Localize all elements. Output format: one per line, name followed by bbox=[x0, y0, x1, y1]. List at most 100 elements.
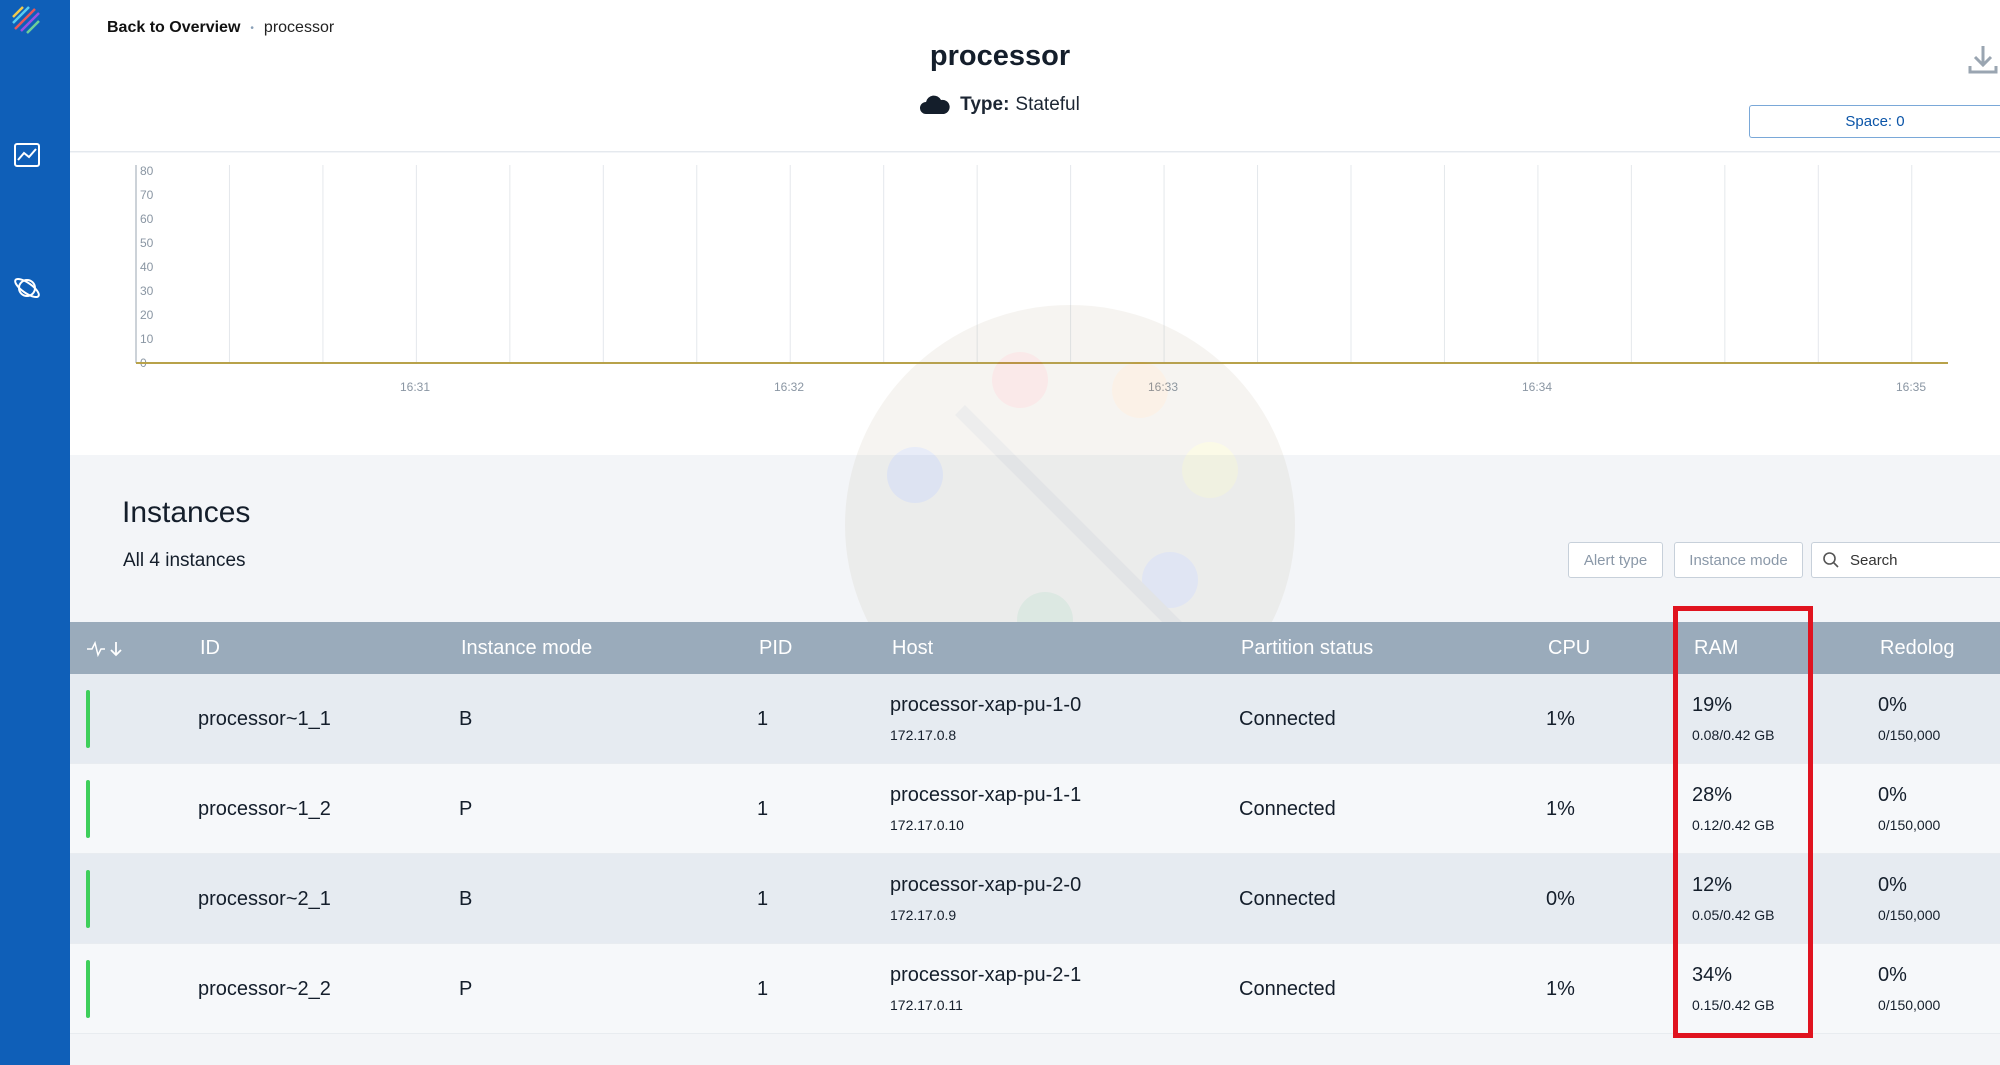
chart-y-tick-label: 60 bbox=[140, 212, 154, 226]
cell-id[interactable]: processor~1_2 bbox=[198, 798, 331, 821]
chart-y-tick-label: 20 bbox=[140, 308, 154, 322]
cell-id[interactable]: processor~2_2 bbox=[198, 978, 331, 1001]
cell-ram-pct: 19% bbox=[1692, 694, 1733, 716]
chart-icon[interactable] bbox=[12, 140, 42, 170]
cell-host-ip: 172.17.0.11 bbox=[890, 997, 963, 1013]
breadcrumb-separator: • bbox=[250, 22, 254, 34]
instance-mode-filter[interactable]: Instance mode bbox=[1674, 542, 1803, 578]
chart-y-tick-label: 30 bbox=[140, 284, 154, 298]
cell-ram-detail: 0.12/0.42 GB bbox=[1692, 817, 1775, 833]
chart-x-tick-label: 16:33 bbox=[1148, 380, 1178, 394]
cell-ram-detail: 0.05/0.42 GB bbox=[1692, 907, 1775, 923]
table-header: ID Instance mode PID Host Partition stat… bbox=[70, 622, 2000, 674]
chart-x-tick-label: 16:31 bbox=[400, 380, 430, 394]
table-row[interactable]: processor~1_1 B 1 processor-xap-pu-1-0 1… bbox=[70, 674, 2000, 764]
cell-cpu: 0% bbox=[1546, 888, 1575, 910]
chart-y-tick-label: 50 bbox=[140, 236, 154, 250]
cell-host-ip: 172.17.0.8 bbox=[890, 727, 957, 743]
sort-status-icon[interactable] bbox=[87, 639, 127, 659]
cell-redolog-detail: 0/150,000 bbox=[1878, 907, 1941, 923]
search-icon bbox=[1823, 552, 1839, 568]
sidebar bbox=[0, 0, 70, 1065]
cell-pid: 1 bbox=[757, 798, 769, 820]
search-box bbox=[1811, 542, 2000, 578]
col-pid[interactable]: PID bbox=[759, 637, 792, 660]
cell-redolog-pct: 0% bbox=[1878, 694, 1907, 716]
col-instance-mode[interactable]: Instance mode bbox=[461, 637, 592, 660]
col-redolog[interactable]: Redolog bbox=[1880, 637, 1955, 660]
cell-redolog-pct: 0% bbox=[1878, 874, 1907, 896]
cell-redolog-pct: 0% bbox=[1878, 784, 1907, 806]
chart-y-tick-label: 10 bbox=[140, 332, 154, 346]
main-content: Back to Overview • processor processor T… bbox=[70, 0, 2000, 1065]
cell-redolog-detail: 0/150,000 bbox=[1878, 727, 1941, 743]
table-row[interactable]: processor~1_2 P 1 processor-xap-pu-1-1 1… bbox=[70, 764, 2000, 854]
instances-count: All 4 instances bbox=[123, 550, 246, 571]
cell-host: processor-xap-pu-1-0 bbox=[890, 694, 1082, 716]
status-indicator bbox=[86, 960, 90, 1018]
status-indicator bbox=[86, 690, 90, 748]
type-label: Type: bbox=[960, 94, 1010, 115]
chart-y-tick-label: 40 bbox=[140, 260, 154, 274]
chart-x-tick-label: 16:32 bbox=[774, 380, 804, 394]
space-selector[interactable]: Space: 0 bbox=[1749, 105, 2000, 138]
chart-svg: 0102030405060708016:31 16:32 16:33 16:34 16:… bbox=[135, 164, 1948, 394]
cell-host-ip: 172.17.0.9 bbox=[890, 907, 957, 923]
status-indicator bbox=[86, 780, 90, 838]
col-host[interactable]: Host bbox=[892, 637, 933, 660]
status-indicator bbox=[86, 870, 90, 928]
metrics-chart: 0 10 20 30 40 50 60 70 80 16:31 16:32 16:33 16:34 16:… bbox=[70, 153, 2000, 455]
cell-host: processor-xap-pu-2-0 bbox=[890, 874, 1082, 896]
chart-y-tick-label: 80 bbox=[140, 164, 154, 178]
cell-mode: B bbox=[459, 708, 473, 730]
cell-ram-pct: 34% bbox=[1692, 964, 1733, 986]
chart-x-tick-label: 16:34 bbox=[1522, 380, 1552, 394]
service-type: Type: Stateful bbox=[0, 94, 2000, 116]
cell-ram-detail: 0.08/0.42 GB bbox=[1692, 727, 1775, 743]
cell-redolog-detail: 0/150,000 bbox=[1878, 817, 1941, 833]
type-value: Stateful bbox=[1015, 94, 1080, 115]
chart-x-tick-label: 16:35 bbox=[1896, 380, 1926, 394]
cell-partition-status: Connected bbox=[1239, 888, 1336, 910]
page-title: processor bbox=[929, 40, 1071, 72]
cell-partition-status: Connected bbox=[1239, 978, 1336, 1000]
alert-type-filter[interactable]: Alert type bbox=[1568, 542, 1663, 578]
cloud-icon bbox=[920, 95, 950, 114]
cell-partition-status: Connected bbox=[1239, 708, 1336, 730]
cell-ram-detail: 0.15/0.42 GB bbox=[1692, 997, 1775, 1013]
search-input[interactable] bbox=[1850, 551, 2000, 569]
cell-pid: 1 bbox=[757, 888, 769, 910]
cell-id[interactable]: processor~2_1 bbox=[198, 888, 331, 911]
col-cpu[interactable]: CPU bbox=[1548, 637, 1590, 660]
cell-mode: B bbox=[459, 888, 473, 910]
cell-redolog-pct: 0% bbox=[1878, 964, 1907, 986]
cell-cpu: 1% bbox=[1546, 708, 1575, 730]
cell-redolog-detail: 0/150,000 bbox=[1878, 997, 1941, 1013]
cell-host: processor-xap-pu-2-1 bbox=[890, 964, 1082, 986]
cell-ram-pct: 28% bbox=[1692, 784, 1733, 806]
cell-partition-status: Connected bbox=[1239, 798, 1336, 820]
col-partition-status[interactable]: Partition status bbox=[1241, 637, 1373, 660]
app-logo-icon[interactable] bbox=[11, 5, 41, 35]
table-row[interactable]: processor~2_1 B 1 processor-xap-pu-2-0 1… bbox=[70, 854, 2000, 944]
cell-ram-pct: 12% bbox=[1692, 874, 1733, 896]
instances-title: Instances bbox=[122, 496, 251, 529]
chart-y-tick-label: 70 bbox=[140, 188, 154, 202]
page-header: Back to Overview • processor processor T… bbox=[70, 0, 2000, 152]
download-icon[interactable] bbox=[1966, 42, 2000, 76]
cell-pid: 1 bbox=[757, 978, 769, 1000]
cell-mode: P bbox=[459, 798, 473, 820]
planet-icon[interactable] bbox=[12, 273, 42, 303]
breadcrumb-current: processor bbox=[263, 19, 335, 36]
cell-host: processor-xap-pu-1-1 bbox=[890, 784, 1082, 806]
cell-cpu: 1% bbox=[1546, 978, 1575, 1000]
back-to-overview-link[interactable]: Back to Overview bbox=[107, 19, 240, 37]
table-row[interactable]: processor~2_2 P 1 processor-xap-pu-2-1 1… bbox=[70, 944, 2000, 1034]
cell-pid: 1 bbox=[757, 708, 769, 730]
instances-table: ID Instance mode PID Host Partition stat… bbox=[70, 622, 2000, 1034]
col-ram[interactable]: RAM bbox=[1694, 637, 1738, 660]
cell-cpu: 1% bbox=[1546, 798, 1575, 820]
cell-id[interactable]: processor~1_1 bbox=[198, 708, 331, 731]
col-id[interactable]: ID bbox=[200, 637, 220, 660]
breadcrumb: Back to Overview • processor bbox=[107, 19, 334, 37]
